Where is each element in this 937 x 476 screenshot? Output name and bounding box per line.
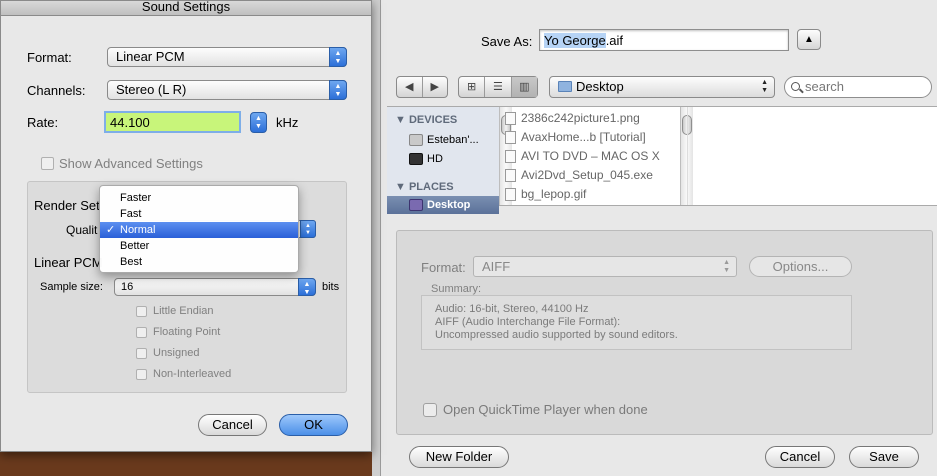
summary-line: Audio: 16-bit, Stereo, 44100 Hz [435, 303, 589, 315]
search-placeholder: search [805, 79, 845, 94]
show-advanced-checkbox[interactable]: Show Advanced Settings [41, 156, 203, 171]
document-icon [505, 188, 516, 201]
save-as-input[interactable]: Yo George.aif [539, 29, 789, 51]
checkbox-box [136, 327, 147, 338]
rate-label: Rate: [27, 115, 59, 130]
menu-item-better[interactable]: Better [100, 238, 298, 254]
places-header[interactable]: ▼ PLACES [395, 181, 454, 193]
document-icon [505, 169, 516, 182]
folder-icon [558, 81, 572, 92]
sample-size-label: Sample size: [40, 281, 103, 293]
summary-line: Uncompressed audio supported by sound ed… [435, 329, 678, 341]
file-item[interactable]: AvaxHome...b [Tutorial] [505, 128, 646, 147]
rate-unit-label: kHz [276, 115, 299, 130]
cancel-button[interactable]: Cancel [765, 446, 835, 468]
rate-stepper[interactable]: ▲ ▼ [250, 112, 267, 133]
triangle-up-icon: ▲ [804, 34, 814, 45]
checkbox-box [136, 348, 147, 359]
file-item[interactable]: Avi2Dvd_Setup_045.exe [505, 166, 653, 185]
search-input[interactable]: search [784, 76, 932, 98]
rate-input[interactable]: 44.100 [104, 111, 241, 133]
sidebar: ▼ DEVICES Esteban'... HD ▼ PLACES Deskto… [387, 107, 499, 214]
cancel-button[interactable]: Cancel [198, 414, 267, 436]
format-label: Format: [421, 260, 466, 275]
popup-arrows-icon: ▲ ▼ [329, 80, 347, 100]
file-item[interactable]: 2386c242picture1.png [505, 109, 640, 128]
little-endian-checkbox[interactable]: Little Endian [136, 305, 214, 317]
summary-label: Summary: [431, 283, 482, 295]
open-quicktime-checkbox[interactable]: Open QuickTime Player when done [423, 402, 648, 417]
channels-popup[interactable]: Stereo (L R) ▲ ▼ [107, 80, 347, 100]
list-view-icon[interactable]: ☰ [485, 77, 512, 97]
menu-item-faster[interactable]: Faster [100, 190, 298, 206]
filename-selected-text: Yo George [544, 33, 606, 48]
file-item[interactable]: bg_lepop.gif [505, 185, 586, 204]
quality-label: Qualit [66, 223, 98, 237]
save-button[interactable]: Save [849, 446, 919, 468]
unsigned-checkbox[interactable]: Unsigned [136, 347, 199, 359]
expand-dialog-button[interactable]: ▲ [797, 29, 821, 50]
quality-menu: Faster Fast ✓ Normal Better Best [99, 185, 299, 273]
channels-label: Channels: [27, 83, 86, 98]
summary-line: AIFF (Audio Interchange File Format): [435, 316, 621, 328]
save-as-label: Save As: [481, 34, 533, 49]
checkbox-box [136, 369, 147, 380]
sidebar-item-desktop[interactable]: Desktop [387, 196, 499, 214]
column-view-icon[interactable]: ▥ [511, 77, 537, 97]
render-settings-label: Render Set [34, 198, 100, 213]
sample-size-popup[interactable]: 16 ▲ ▼ [114, 278, 316, 296]
popup-arrows-icon: ▲ ▼ [723, 259, 730, 274]
file-browser: ▼ DEVICES Esteban'... HD ▼ PLACES Deskto… [387, 106, 937, 214]
devices-header[interactable]: ▼ DEVICES [395, 114, 457, 126]
popup-arrows-icon: ▲ ▼ [298, 278, 316, 296]
checkbox-box [423, 403, 437, 417]
search-icon [791, 82, 800, 91]
icon-view-icon[interactable]: ⊞ [459, 77, 486, 97]
location-label: Desktop [576, 79, 624, 94]
checkmark-icon: ✓ [106, 224, 116, 236]
save-dialog: Save As: Yo George.aif ▲ ◀ ▶ ⊞ ☰ ▥ Deskt… [380, 0, 937, 476]
location-popup[interactable]: Desktop ▲ ▼ [549, 76, 775, 98]
options-button[interactable]: Options... [749, 256, 852, 277]
linear-pcm-label: Linear PCM [34, 255, 103, 270]
checkbox-box [41, 157, 54, 170]
sound-settings-dialog: Sound Settings Format: Linear PCM ▲ ▼ Cha… [0, 0, 372, 452]
menu-item-best[interactable]: Best [100, 254, 298, 270]
floating-point-checkbox[interactable]: Floating Point [136, 326, 220, 338]
format-popup[interactable]: AIFF ▲ ▼ [473, 256, 737, 277]
bits-label: bits [322, 281, 340, 293]
computer-icon [409, 134, 423, 146]
popup-arrows-icon: ▲ ▼ [761, 79, 768, 94]
desktop-icon [409, 199, 423, 211]
hard-drive-icon [409, 153, 423, 165]
view-mode-control: ⊞ ☰ ▥ [458, 76, 538, 98]
popup-arrows-icon: ▲ ▼ [329, 47, 347, 67]
popup-arrows-icon: ▲ ▼ [300, 220, 316, 238]
empty-column [687, 107, 857, 205]
back-forward-control: ◀ ▶ [396, 76, 448, 98]
filename-extension: .aif [605, 33, 624, 48]
menu-item-fast[interactable]: Fast [100, 206, 298, 222]
document-icon [505, 131, 516, 144]
sidebar-item-hd[interactable]: HD [387, 150, 499, 168]
menu-item-normal[interactable]: ✓ Normal [100, 222, 298, 238]
back-arrow-icon[interactable]: ◀ [397, 77, 423, 97]
sound-settings-title: Sound Settings [1, 1, 371, 16]
document-icon [505, 150, 516, 163]
format-label: Format: [27, 50, 72, 65]
file-item[interactable]: AVI TO DVD – MAC OS X [505, 147, 660, 166]
sidebar-item-esteban[interactable]: Esteban'... [387, 131, 499, 149]
non-interleaved-checkbox[interactable]: Non-Interleaved [136, 368, 231, 380]
forward-arrow-icon[interactable]: ▶ [423, 77, 448, 97]
checkbox-box [136, 306, 147, 317]
ok-button[interactable]: OK [279, 414, 348, 436]
desktop-strip [0, 452, 372, 476]
summary-box: Audio: 16-bit, Stereo, 44100 Hz AIFF (Au… [421, 295, 852, 350]
new-folder-button[interactable]: New Folder [409, 446, 509, 468]
document-icon [505, 112, 516, 125]
format-options-pane: Format: AIFF ▲ ▼ Options... Summary: Audi… [396, 230, 933, 435]
format-popup[interactable]: Linear PCM ▲ ▼ [107, 47, 347, 67]
